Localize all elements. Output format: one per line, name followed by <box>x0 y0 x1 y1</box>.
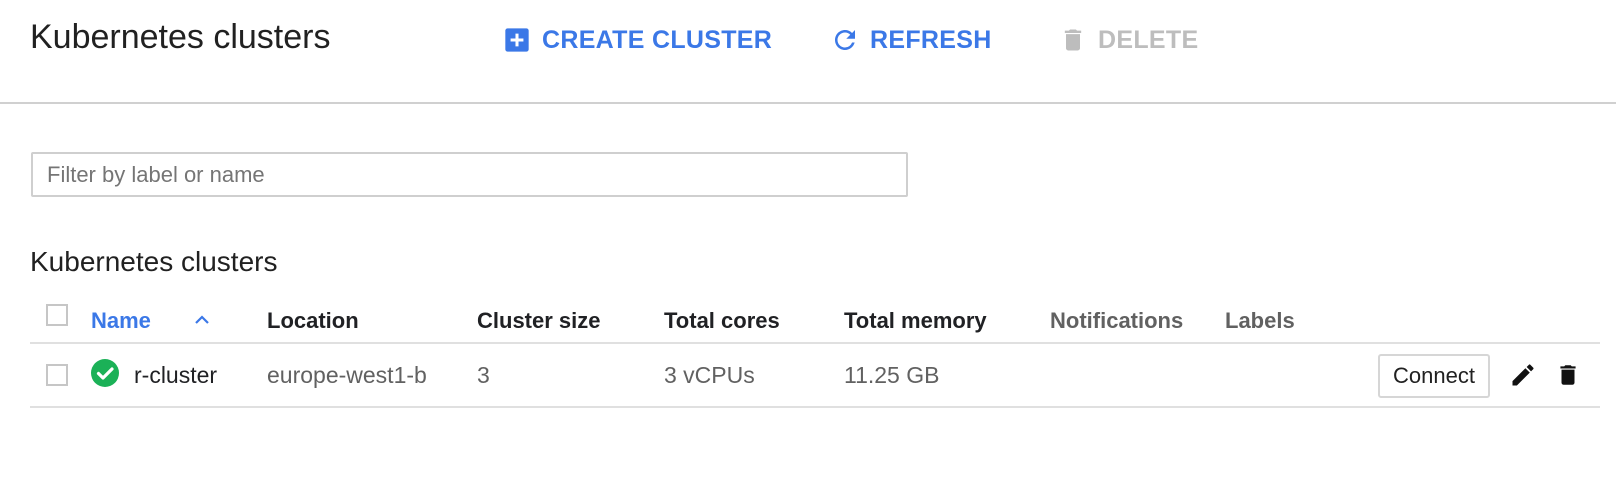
refresh-label: REFRESH <box>870 25 992 54</box>
refresh-button[interactable]: REFRESH <box>830 22 992 58</box>
column-header-location[interactable]: Location <box>267 308 359 334</box>
top-toolbar: Kubernetes clusters CREATE CLUSTER REFRE… <box>0 0 1616 104</box>
section-title: Kubernetes clusters <box>30 246 278 277</box>
trash-icon <box>1560 365 1576 385</box>
cluster-size: 3 <box>477 362 490 388</box>
edit-button[interactable] <box>1508 360 1538 390</box>
column-header-total-cores[interactable]: Total cores <box>664 308 780 334</box>
refresh-icon <box>830 25 860 55</box>
select-all-checkbox[interactable] <box>46 304 68 326</box>
trash-icon <box>1058 25 1088 55</box>
create-cluster-label: CREATE CLUSTER <box>542 25 773 54</box>
sort-ascending-icon <box>195 315 209 324</box>
delete-label: DELETE <box>1098 25 1199 54</box>
column-header-total-memory[interactable]: Total memory <box>844 308 987 334</box>
cluster-location: europe-west1-b <box>267 362 427 388</box>
add-box-icon <box>502 25 532 55</box>
table-row[interactable]: r-cluster europe-west1-b 3 3 vCPUs 11.25… <box>30 344 1600 408</box>
column-name-label: Name <box>91 308 151 333</box>
column-header-notifications: Notifications <box>1050 308 1184 333</box>
delete-row-button[interactable] <box>1553 360 1583 390</box>
cluster-name-link[interactable]: r-cluster <box>134 362 217 389</box>
clusters-table: Name Location Cluster size Total cores T… <box>30 296 1600 408</box>
column-header-cluster-size[interactable]: Cluster size <box>477 308 601 334</box>
pencil-icon <box>1512 364 1534 386</box>
cluster-total-memory: 11.25 GB <box>844 362 940 388</box>
cluster-total-cores: 3 vCPUs <box>664 362 755 388</box>
connect-button[interactable]: Connect <box>1378 354 1490 398</box>
filter-input[interactable] <box>31 152 908 197</box>
create-cluster-button[interactable]: CREATE CLUSTER <box>502 22 772 58</box>
check-circle-icon <box>91 359 119 387</box>
table-header-row: Name Location Cluster size Total cores T… <box>30 296 1600 344</box>
page-title: Kubernetes clusters <box>30 18 331 56</box>
column-header-labels: Labels <box>1225 308 1295 333</box>
row-checkbox[interactable] <box>46 364 68 386</box>
column-header-name[interactable]: Name <box>91 308 151 334</box>
delete-button[interactable]: DELETE <box>1058 22 1198 58</box>
